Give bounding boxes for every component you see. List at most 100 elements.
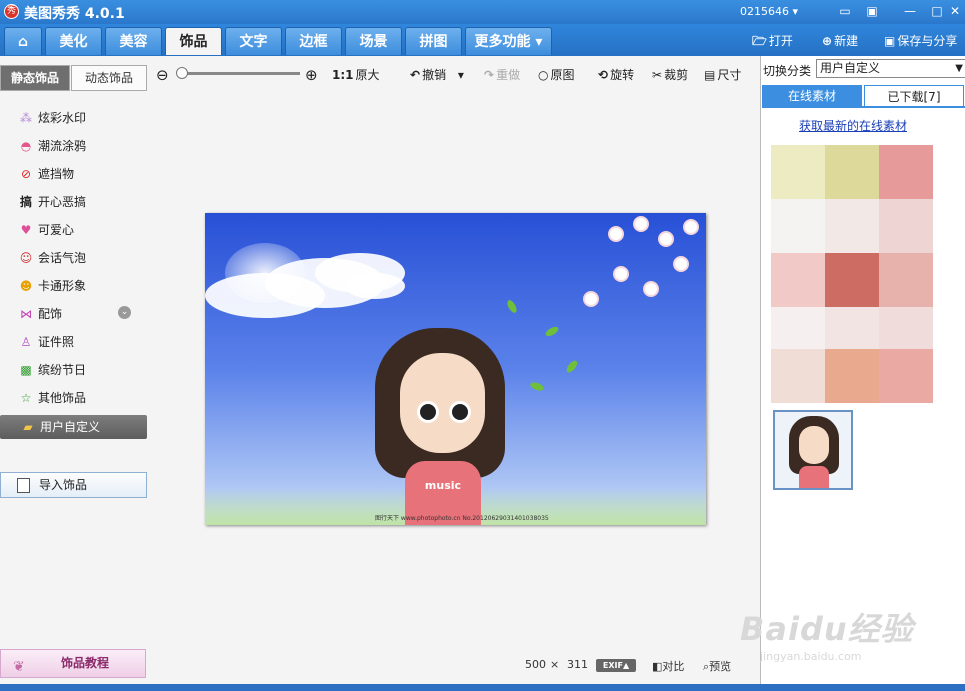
plus-icon: ⊕ <box>822 34 833 48</box>
accessory-category-sidebar: ⁂ 炫彩水印 ◓ 潮流涂鸦 ⊘ 遮挡物 搞开心恶搞 ♥ 可爱心 ☺ 会话气泡 ☻ 卡通形象 … <box>0 100 150 600</box>
home-icon: ⌂ <box>17 34 29 50</box>
zoom-slider-knob[interactable] <box>176 67 188 79</box>
tab-beauty[interactable]: 美容 <box>105 27 162 55</box>
message-icon[interactable]: ▭ <box>835 2 855 20</box>
maximize-icon[interactable]: □ <box>927 2 947 20</box>
sidebar-item-user-custom[interactable]: ▰ 用户自定义 <box>0 415 147 439</box>
accessory-tutorial-button[interactable]: ❦ 饰品教程 <box>0 649 146 678</box>
thumbnail-cell[interactable] <box>825 349 879 403</box>
redo-button[interactable]: ↷ 重做 <box>484 66 520 83</box>
undo-button[interactable]: ↶ 撤销 ▾ <box>410 66 464 83</box>
cartoon-girl-face[interactable] <box>400 353 485 453</box>
crop-button[interactable]: ✂ 裁剪 <box>652 66 688 83</box>
material-thumbnail-grid[interactable] <box>771 145 943 403</box>
rotate-label: 旋转 <box>610 68 635 82</box>
hands-icon: ❦ <box>13 659 25 675</box>
blossom <box>615 268 627 280</box>
resize-button[interactable]: ▤ 尺寸 <box>704 66 741 83</box>
cartoon-icon: ☻ <box>19 279 33 293</box>
sidebar-item-graffiti[interactable]: ◓ 潮流涂鸦 <box>18 136 86 156</box>
tab-scene[interactable]: 场景 <box>345 27 402 55</box>
thumbnail-girl-face <box>799 426 829 464</box>
user-account[interactable]: 0215646 ▾ <box>740 5 798 18</box>
falling-leaf <box>564 358 580 375</box>
main-tab-bar: ⌂ 美化 美容 饰品 文字 边框 场景 拼图 更多功能 ▾ 🗁 打开 ⊕ 新建 ▣ 保… <box>0 24 965 56</box>
blossom <box>675 258 687 270</box>
tab-more-features[interactable]: 更多功能 ▾ <box>465 27 552 55</box>
sidebar-item-id-photo[interactable]: ♙ 证件照 <box>18 332 74 352</box>
tab-collage[interactable]: 拼图 <box>405 27 462 55</box>
sidebar-item-accessory[interactable]: ⋈ 配饰 <box>18 304 62 324</box>
sidebar-item-label: 遮挡物 <box>38 167 75 181</box>
thumbnail-cell[interactable] <box>825 145 879 199</box>
blossom <box>585 293 597 305</box>
original-image-button[interactable]: ○ 原图 <box>538 66 575 83</box>
exif-button[interactable]: EXIF▲ <box>596 659 636 672</box>
tab-beautify[interactable]: 美化 <box>45 27 102 55</box>
sidebar-item-festival[interactable]: ▩ 缤纷节日 <box>18 360 86 380</box>
tab-accessories[interactable]: 饰品 <box>165 27 222 55</box>
menu-icon[interactable]: ▣ <box>862 2 882 20</box>
tab-downloaded[interactable]: 已下载[7] <box>864 85 964 107</box>
tab-dynamic-accessories[interactable]: 动态饰品 <box>71 65 147 91</box>
expand-chevron-icon[interactable]: ⌄ <box>118 306 131 319</box>
scissors-icon: ✂ <box>652 68 663 82</box>
compare-label: 对比 <box>662 660 685 673</box>
thumbnail-cell[interactable] <box>771 145 825 199</box>
close-icon[interactable]: ✕ <box>945 2 965 20</box>
preview-label: 预览 <box>709 660 732 673</box>
user-dropdown-icon[interactable]: ▾ <box>793 5 799 18</box>
zoom-in-icon[interactable]: ⊕ <box>305 66 318 84</box>
new-label: 新建 <box>834 34 859 48</box>
zoom-out-icon[interactable]: ⊖ <box>156 66 169 84</box>
thumbnail-girl-shirt <box>799 466 829 488</box>
import-accessory-button[interactable]: 导入饰品 <box>0 472 147 498</box>
tab-frame[interactable]: 边框 <box>285 27 342 55</box>
thumbnail-cell[interactable] <box>879 349 933 403</box>
compare-button[interactable]: ◧对比 <box>652 658 684 674</box>
thumbnail-cell[interactable] <box>771 349 825 403</box>
new-button[interactable]: ⊕ 新建 <box>822 32 858 49</box>
original-size-button[interactable]: 1:1 原大 <box>332 66 380 83</box>
open-button[interactable]: 🗁 打开 <box>752 32 793 53</box>
category-select[interactable]: 用户自定义 ▼ <box>816 59 965 78</box>
preview-button[interactable]: ⌕预览 <box>703 658 731 674</box>
tab-static-accessories[interactable]: 静态饰品 <box>0 65 70 91</box>
sidebar-item-prank[interactable]: 搞开心恶搞 <box>18 192 86 212</box>
lips-icon: ◓ <box>20 139 32 153</box>
tab-text[interactable]: 文字 <box>225 27 282 55</box>
sparkle-icon: ⁂ <box>20 111 32 125</box>
thumbnail-cell[interactable] <box>825 253 879 307</box>
fetch-latest-link[interactable]: 获取最新的在线素材 <box>799 117 907 134</box>
shirt-icon: ♙ <box>20 335 32 349</box>
thumbnail-cell[interactable] <box>825 199 879 253</box>
blossom <box>645 283 657 295</box>
minimize-icon[interactable]: — <box>900 2 920 20</box>
thumbnail-cell[interactable] <box>879 145 933 199</box>
thumbnail-cell[interactable] <box>879 253 933 307</box>
rotate-button[interactable]: ⟲ 旋转 <box>598 66 634 83</box>
save-share-label: 保存与分享 <box>897 34 958 48</box>
thumbnail-cell[interactable] <box>771 199 825 253</box>
thumbnail-cell[interactable] <box>879 199 933 253</box>
switch-category-label: 切换分类 <box>763 64 812 78</box>
thumbnail-cell[interactable] <box>771 253 825 307</box>
sidebar-item-blocker[interactable]: ⊘ 遮挡物 <box>18 164 74 184</box>
bow-icon: ⋈ <box>20 307 32 321</box>
one-to-one-icon: 1:1 <box>332 68 354 82</box>
sidebar-item-cartoon[interactable]: ☻ 卡通形象 <box>18 276 86 296</box>
edit-toolbar: 静态饰品 动态饰品 ⊖ ⊕ 1:1 原大 ↶ 撤销 ▾ ↷ 重做 ○ 原图 ⟲ 旋转 ✂ 裁… <box>0 56 760 91</box>
sidebar-item-watermark[interactable]: ⁂ 炫彩水印 <box>18 108 86 128</box>
sidebar-item-heart[interactable]: ♥ 可爱心 <box>18 220 74 240</box>
zoom-slider-track[interactable] <box>180 72 300 75</box>
save-share-button[interactable]: ▣ 保存与分享 <box>884 32 957 49</box>
category-select-value: 用户自定义 <box>820 61 881 75</box>
sidebar-item-speech-bubble[interactable]: ☺ 会话气泡 <box>18 248 86 268</box>
photo-canvas[interactable]: music 图行天下 www.photophoto.cn No.20120629… <box>205 213 706 525</box>
sidebar-item-other[interactable]: ☆ 其他饰品 <box>18 388 86 408</box>
selected-material-thumbnail[interactable] <box>773 410 853 490</box>
tab-online-materials[interactable]: 在线素材 <box>762 85 862 107</box>
undo-dropdown-icon[interactable]: ▾ <box>458 68 464 82</box>
home-tab[interactable]: ⌂ <box>4 27 42 55</box>
chevron-down-icon: ▼ <box>955 63 963 74</box>
